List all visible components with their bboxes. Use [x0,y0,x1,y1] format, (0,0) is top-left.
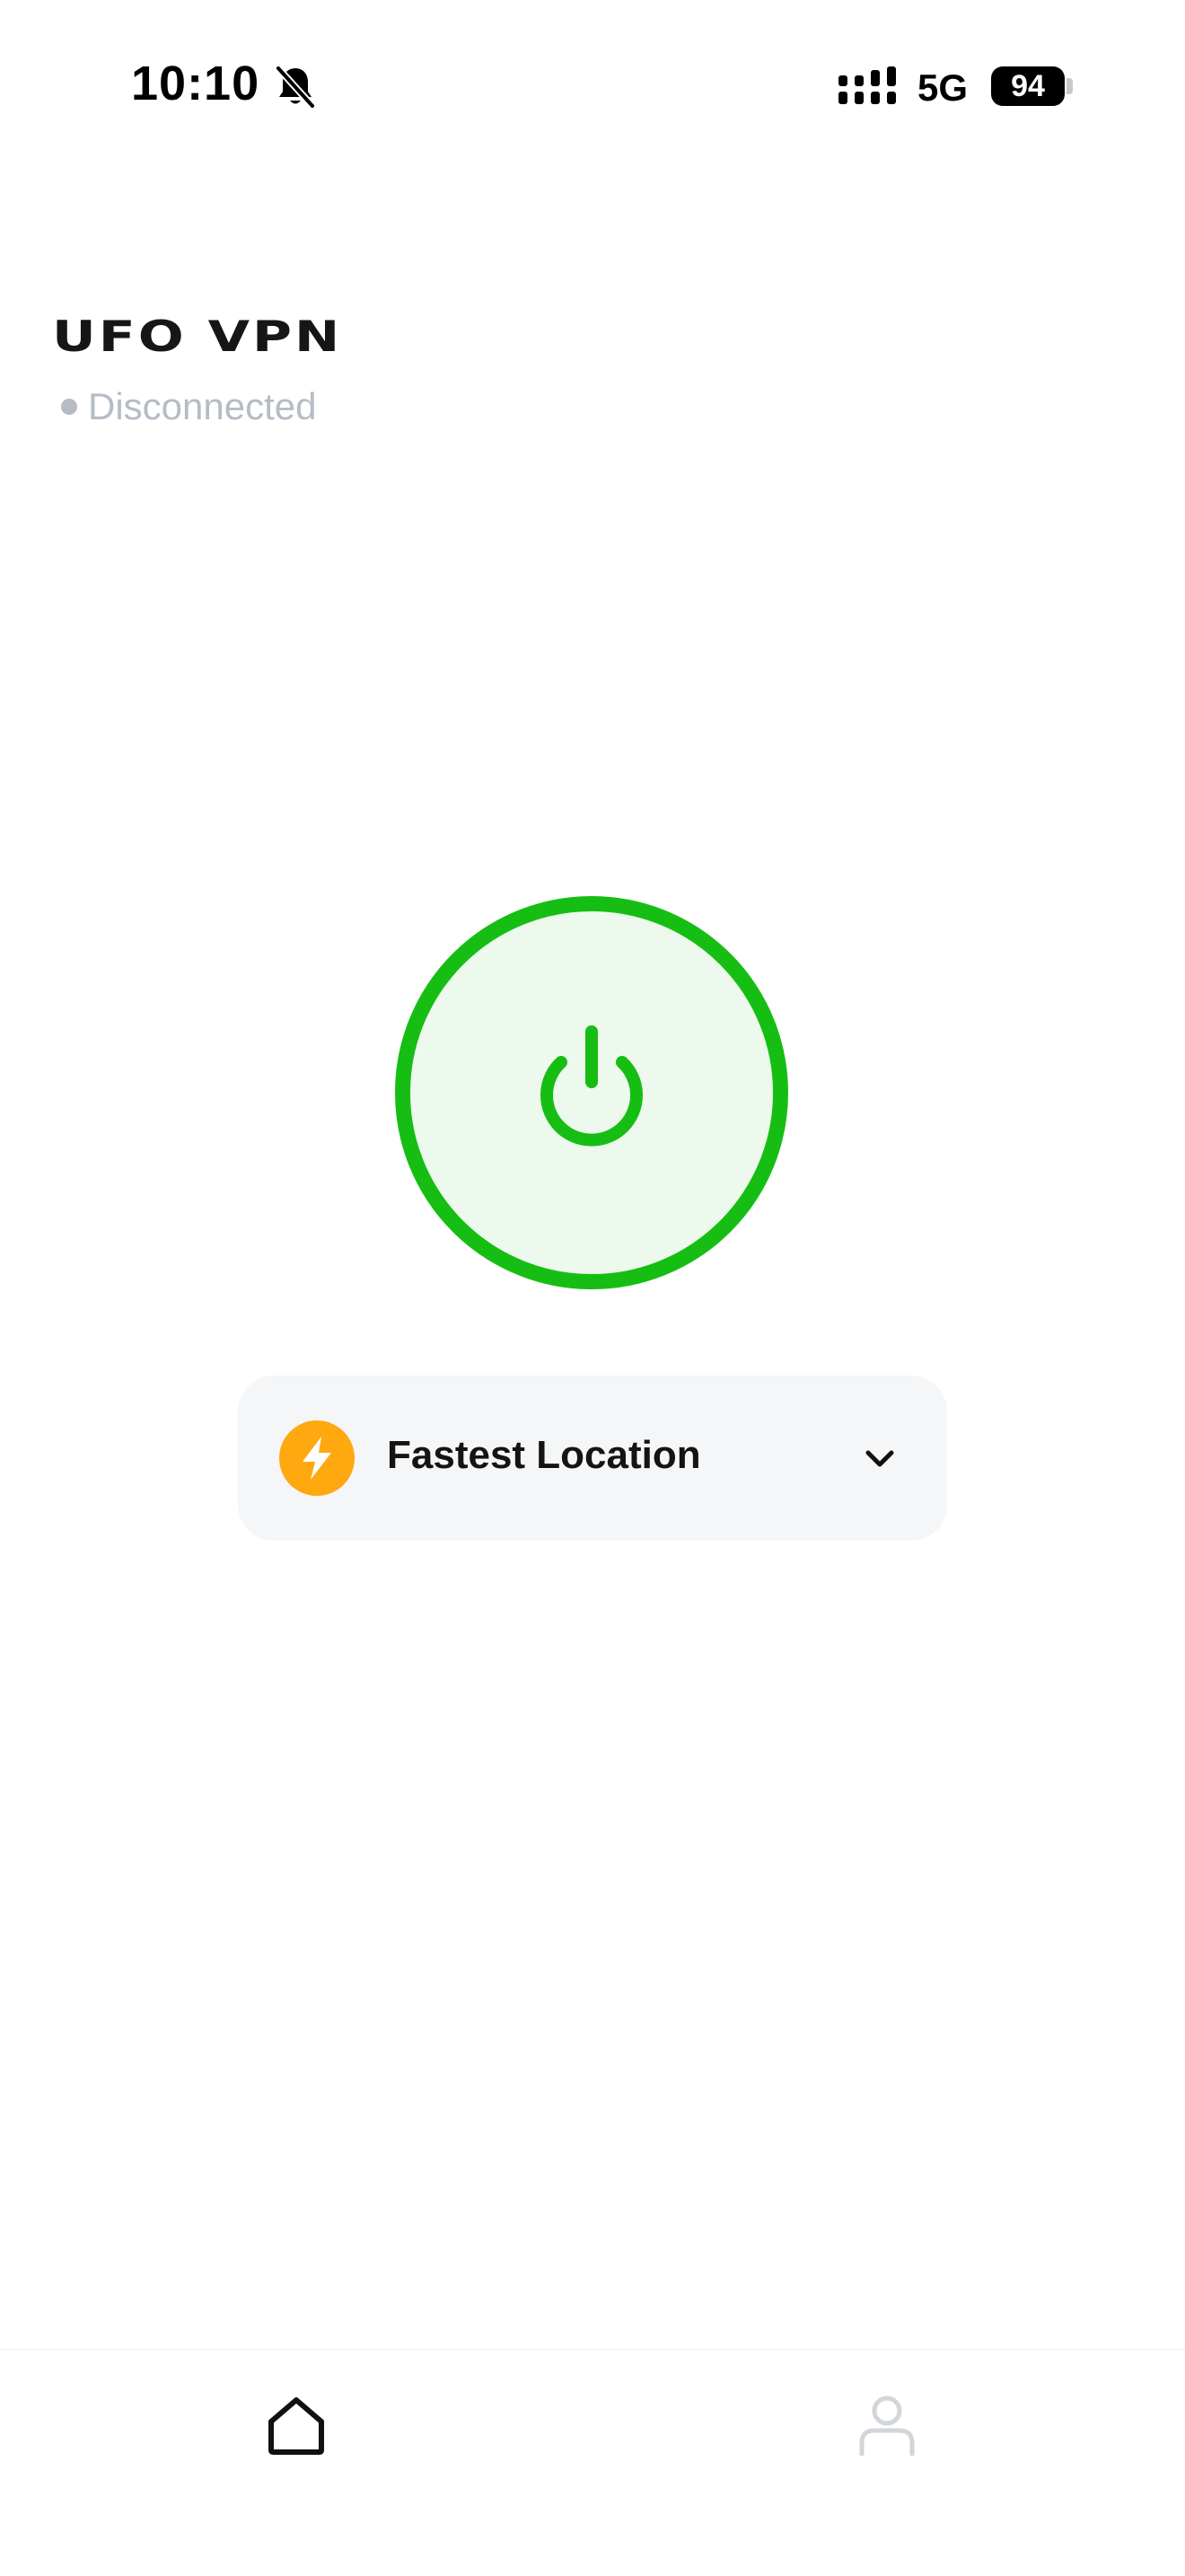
location-label: Fastest Location [387,1433,701,1477]
tab-profile[interactable] [833,2371,941,2479]
lightning-bolt-glyph [303,1437,331,1480]
app-logo: UFO VPN [52,312,343,362]
power-button[interactable] [395,896,788,1289]
status-time: 10:10 [131,57,260,110]
tab-bar [0,2349,1185,2576]
network-type: 5G [917,66,969,109]
tab-home[interactable] [242,2371,350,2479]
battery-icon: 94 [991,66,1065,106]
power-icon [540,1025,643,1147]
battery-tip [1066,78,1073,94]
connection-status-text: Disconnected [88,385,317,427]
lightning-bolt-icon [279,1420,355,1496]
bell-off-icon [275,65,316,110]
battery-level: 94 [1011,69,1045,103]
status-bar: 10:10 5G 94 [0,0,1185,171]
person-icon [859,2396,915,2457]
connection-status: Disconnected [61,384,316,429]
location-selector[interactable]: Fastest Location [238,1376,947,1541]
signal-icon [838,66,896,104]
status-dot [61,399,77,415]
chevron-down-icon[interactable] [863,1442,897,1474]
home-icon [268,2397,324,2455]
